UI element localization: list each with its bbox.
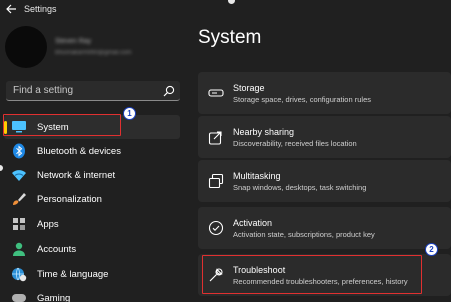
sidebar-item-label: Gaming (37, 292, 71, 302)
main-content: System Storage Storage space, drives, co… (190, 18, 451, 302)
sidebar-item-personalization[interactable]: Personalization (4, 187, 180, 211)
sidebar-item-accounts[interactable]: Accounts (4, 237, 180, 261)
profile-name: Steven Ray (55, 38, 92, 45)
settings-card-activation[interactable]: Activation Activation state, subscriptio… (198, 207, 451, 249)
sidebar-item-label: Accounts (37, 243, 77, 255)
title-bar: Settings (0, 0, 451, 18)
card-text: Multitasking Snap windows, desktops, tas… (233, 171, 366, 192)
card-text: Activation Activation state, subscriptio… (233, 218, 375, 239)
apps-icon (11, 216, 27, 232)
step-badge-1: 1 (123, 107, 136, 120)
profile-email: bhuvnakarm990@gmail.com (55, 50, 132, 56)
sidebar-item-gaming[interactable]: Gaming (4, 286, 180, 302)
brush-icon (11, 191, 27, 207)
sidebar-item-bluetooth[interactable]: Bluetooth & devices (4, 139, 180, 163)
card-description: Snap windows, desktops, task switching (233, 182, 367, 192)
settings-card-storage[interactable]: Storage Storage space, drives, configura… (198, 72, 451, 114)
card-text: Storage Storage space, drives, configura… (233, 83, 371, 104)
highlight-box-troubleshoot (202, 255, 422, 294)
search-placeholder: Find a setting (13, 85, 74, 96)
bluetooth-icon (11, 143, 27, 159)
avatar[interactable] (5, 26, 47, 68)
window-edge-dot (0, 165, 3, 171)
sidebar-item-time-language[interactable]: Time & language (4, 262, 180, 286)
storage-icon (207, 84, 225, 102)
page-title: System (198, 27, 262, 48)
search-icon[interactable] (162, 84, 176, 98)
sidebar-item-label: Time & language (37, 268, 109, 280)
card-title: Activation (233, 217, 273, 228)
app-title: Settings (24, 4, 57, 14)
step-badge-2: 2 (425, 243, 438, 256)
card-description: Activation state, subscriptions, product… (233, 229, 375, 239)
wifi-icon (11, 167, 27, 183)
globe-clock-icon (11, 266, 27, 282)
sidebar-item-label: Apps (37, 218, 59, 230)
sidebar: Steven Ray bhuvnakarm990@gmail.com Find … (0, 18, 190, 302)
highlight-box-system (3, 114, 121, 136)
card-description: Discoverability, received files location (233, 138, 357, 148)
card-description: Storage space, drives, configuration rul… (233, 94, 371, 104)
card-title: Multitasking (233, 170, 281, 181)
sidebar-item-network[interactable]: Network & internet (4, 163, 180, 187)
sidebar-item-label: Personalization (37, 193, 102, 205)
sidebar-item-label: Network & internet (37, 169, 116, 181)
multitasking-icon (207, 172, 225, 190)
card-title: Nearby sharing (233, 126, 295, 137)
check-circle-icon (207, 219, 225, 237)
card-title: Storage (233, 82, 265, 93)
search-input[interactable]: Find a setting (6, 81, 180, 101)
sidebar-item-apps[interactable]: Apps (4, 212, 180, 236)
settings-card-multitasking[interactable]: Multitasking Snap windows, desktops, tas… (198, 160, 451, 202)
user-profile[interactable]: Steven Ray bhuvnakarm990@gmail.com (5, 26, 185, 76)
sidebar-item-label: Bluetooth & devices (37, 145, 121, 157)
card-text: Nearby sharing Discoverability, received… (233, 127, 357, 148)
person-icon (11, 241, 27, 257)
back-arrow-icon[interactable] (2, 0, 20, 18)
share-icon (207, 128, 225, 146)
settings-card-nearby-sharing[interactable]: Nearby sharing Discoverability, received… (198, 116, 451, 158)
gamepad-icon (11, 290, 27, 302)
settings-list: Storage Storage space, drives, configura… (190, 58, 451, 302)
